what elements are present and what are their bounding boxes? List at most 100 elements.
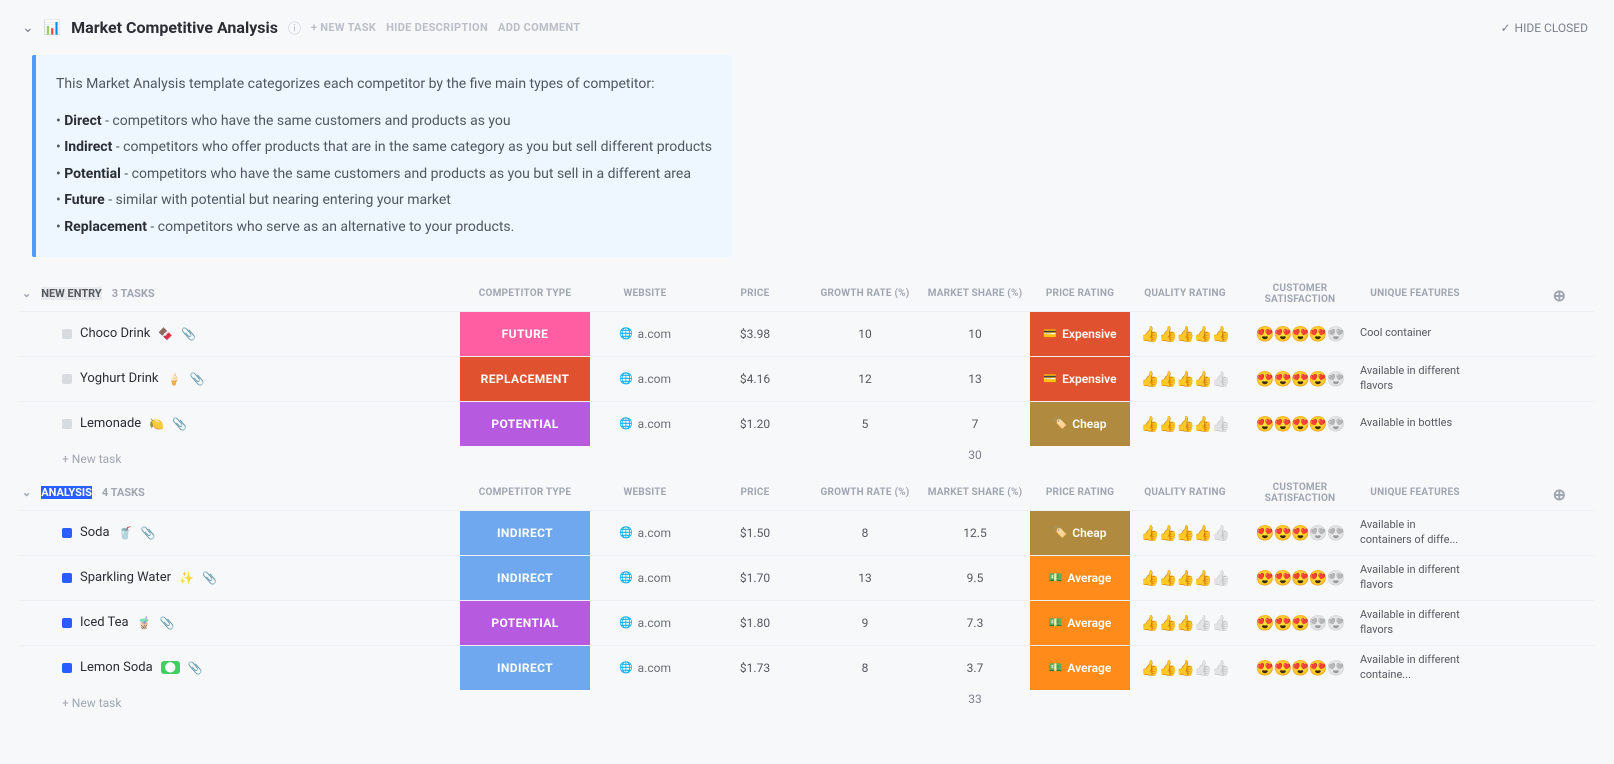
column-header[interactable]: CUSTOMER SATISFACTION xyxy=(1240,482,1360,504)
cell-share[interactable]: 13 xyxy=(920,372,1030,386)
unique-features-cell[interactable]: Available in different flavors xyxy=(1360,364,1470,394)
info-icon[interactable]: ⓘ xyxy=(288,18,301,37)
quality-rating[interactable]: 👍👍👍👍👍 xyxy=(1130,614,1240,632)
customer-satisfaction-rating[interactable]: 😍😍😍😍😍 xyxy=(1240,659,1360,677)
status-square-icon[interactable] xyxy=(62,528,72,538)
competitor-type-tag[interactable]: INDIRECT xyxy=(460,511,590,555)
customer-satisfaction-rating[interactable]: 😍😍😍😍😍 xyxy=(1240,370,1360,388)
task-row[interactable]: Iced Tea🧋📎POTENTIAL🌐a.com$1.8097.3💵Avera… xyxy=(20,600,1594,645)
website-link[interactable]: 🌐a.com xyxy=(590,417,700,431)
cell-price[interactable]: $1.20 xyxy=(700,417,810,431)
group-collapse-icon[interactable]: ⌄ xyxy=(22,287,31,300)
unique-features-cell[interactable]: Available in containers of diffe... xyxy=(1360,518,1470,548)
customer-satisfaction-rating[interactable]: 😍😍😍😍😍 xyxy=(1240,569,1360,587)
cell-share[interactable]: 10 xyxy=(920,327,1030,341)
cell-price[interactable]: $1.80 xyxy=(700,616,810,630)
cell-price[interactable]: $3.98 xyxy=(700,327,810,341)
add-column-button[interactable]: ⊕ xyxy=(1553,286,1566,305)
customer-satisfaction-rating[interactable]: 😍😍😍😍😍 xyxy=(1240,325,1360,343)
competitor-type-tag[interactable]: INDIRECT xyxy=(460,556,590,600)
task-row[interactable]: Choco Drink🍫📎FUTURE🌐a.com$3.981010💳Expen… xyxy=(20,311,1594,356)
column-header[interactable]: COMPETITOR TYPE xyxy=(460,487,590,498)
status-square-icon[interactable] xyxy=(62,329,72,339)
quality-rating[interactable]: 👍👍👍👍👍 xyxy=(1130,370,1240,388)
column-header[interactable]: UNIQUE FEATURES xyxy=(1360,487,1470,498)
hide-closed-toggle[interactable]: ✓ HIDE CLOSED xyxy=(1500,21,1588,35)
quality-rating[interactable]: 👍👍👍👍👍 xyxy=(1130,415,1240,433)
attachment-icon[interactable]: 📎 xyxy=(202,571,217,585)
column-header[interactable]: CUSTOMER SATISFACTION xyxy=(1240,283,1360,305)
quality-rating[interactable]: 👍👍👍👍👍 xyxy=(1130,524,1240,542)
group-name-badge[interactable]: NEW ENTRY xyxy=(41,287,102,300)
attachment-icon[interactable]: 📎 xyxy=(188,661,203,675)
cell-share[interactable]: 12.5 xyxy=(920,526,1030,540)
attachment-icon[interactable]: 📎 xyxy=(160,616,175,630)
column-header[interactable]: PRICE xyxy=(700,487,810,498)
cell-share[interactable]: 7 xyxy=(920,417,1030,431)
cell-price[interactable]: $1.70 xyxy=(700,571,810,585)
cell-price[interactable]: $4.16 xyxy=(700,372,810,386)
task-row[interactable]: Soda🥤📎INDIRECT🌐a.com$1.50812.5🏷️Cheap👍👍👍… xyxy=(20,510,1594,555)
column-header[interactable]: PRICE RATING xyxy=(1030,288,1130,299)
status-square-icon[interactable] xyxy=(62,419,72,429)
customer-satisfaction-rating[interactable]: 😍😍😍😍😍 xyxy=(1240,524,1360,542)
competitor-type-tag[interactable]: REPLACEMENT xyxy=(460,357,590,401)
customer-satisfaction-rating[interactable]: 😍😍😍😍😍 xyxy=(1240,614,1360,632)
task-name[interactable]: Yoghurt Drink xyxy=(80,371,159,386)
cell-growth[interactable]: 10 xyxy=(810,327,920,341)
competitor-type-tag[interactable]: POTENTIAL xyxy=(460,601,590,645)
unique-features-cell[interactable]: Available in different flavors xyxy=(1360,608,1470,638)
column-header[interactable]: MARKET SHARE (%) xyxy=(920,487,1030,498)
attachment-icon[interactable]: 📎 xyxy=(141,526,156,540)
competitor-type-tag[interactable]: INDIRECT xyxy=(460,646,590,690)
unique-features-cell[interactable]: Available in different containe... xyxy=(1360,653,1470,683)
task-row[interactable]: Sparkling Water✨📎INDIRECT🌐a.com$1.70139.… xyxy=(20,555,1594,600)
price-rating-tag[interactable]: 💵Average xyxy=(1030,646,1130,690)
status-square-icon[interactable] xyxy=(62,374,72,384)
quality-rating[interactable]: 👍👍👍👍👍 xyxy=(1130,569,1240,587)
website-link[interactable]: 🌐a.com xyxy=(590,571,700,585)
task-name[interactable]: Iced Tea xyxy=(80,615,129,630)
status-square-icon[interactable] xyxy=(62,663,72,673)
task-row[interactable]: Lemonade🍋📎POTENTIAL🌐a.com$1.2057🏷️Cheap👍… xyxy=(20,401,1594,446)
website-link[interactable]: 🌐a.com xyxy=(590,526,700,540)
price-rating-tag[interactable]: 💵Average xyxy=(1030,556,1130,600)
website-link[interactable]: 🌐a.com xyxy=(590,327,700,341)
task-name[interactable]: Lemonade xyxy=(80,416,141,431)
unique-features-cell[interactable]: Cool container xyxy=(1360,326,1470,341)
column-header[interactable]: GROWTH RATE (%) xyxy=(810,487,920,498)
column-header[interactable]: PRICE xyxy=(700,288,810,299)
group-name-badge[interactable]: ANALYSIS xyxy=(41,486,92,499)
unique-features-cell[interactable]: Available in bottles xyxy=(1360,416,1470,431)
cell-price[interactable]: $1.73 xyxy=(700,661,810,675)
cell-growth[interactable]: 12 xyxy=(810,372,920,386)
website-link[interactable]: 🌐a.com xyxy=(590,616,700,630)
price-rating-tag[interactable]: 🏷️Cheap xyxy=(1030,511,1130,555)
column-header[interactable]: WEBSITE xyxy=(590,487,700,498)
attachment-icon[interactable]: 📎 xyxy=(172,417,187,431)
cell-growth[interactable]: 5 xyxy=(810,417,920,431)
attachment-icon[interactable]: 📎 xyxy=(189,372,204,386)
task-name[interactable]: Choco Drink xyxy=(80,326,150,341)
competitor-type-tag[interactable]: POTENTIAL xyxy=(460,402,590,446)
quality-rating[interactable]: 👍👍👍👍👍 xyxy=(1130,325,1240,343)
column-header[interactable]: QUALITY RATING xyxy=(1130,288,1240,299)
cell-share[interactable]: 7.3 xyxy=(920,616,1030,630)
customer-satisfaction-rating[interactable]: 😍😍😍😍😍 xyxy=(1240,415,1360,433)
price-rating-tag[interactable]: 💳Expensive xyxy=(1030,312,1130,356)
quality-rating[interactable]: 👍👍👍👍👍 xyxy=(1130,659,1240,677)
task-row[interactable]: Lemon Soda⬤📎INDIRECT🌐a.com$1.7383.7💵Aver… xyxy=(20,645,1594,690)
add-comment-button[interactable]: ADD COMMENT xyxy=(498,21,580,34)
column-header[interactable]: MARKET SHARE (%) xyxy=(920,288,1030,299)
group-collapse-icon[interactable]: ⌄ xyxy=(22,486,31,499)
status-square-icon[interactable] xyxy=(62,618,72,628)
cell-growth[interactable]: 9 xyxy=(810,616,920,630)
cell-growth[interactable]: 13 xyxy=(810,571,920,585)
column-header[interactable]: UNIQUE FEATURES xyxy=(1360,288,1470,299)
task-name[interactable]: Soda xyxy=(80,525,110,540)
cell-price[interactable]: $1.50 xyxy=(700,526,810,540)
column-header[interactable]: COMPETITOR TYPE xyxy=(460,288,590,299)
task-row[interactable]: Yoghurt Drink🍦📎REPLACEMENT🌐a.com$4.16121… xyxy=(20,356,1594,401)
task-name[interactable]: Lemon Soda xyxy=(80,660,153,675)
add-column-button[interactable]: ⊕ xyxy=(1553,485,1566,504)
